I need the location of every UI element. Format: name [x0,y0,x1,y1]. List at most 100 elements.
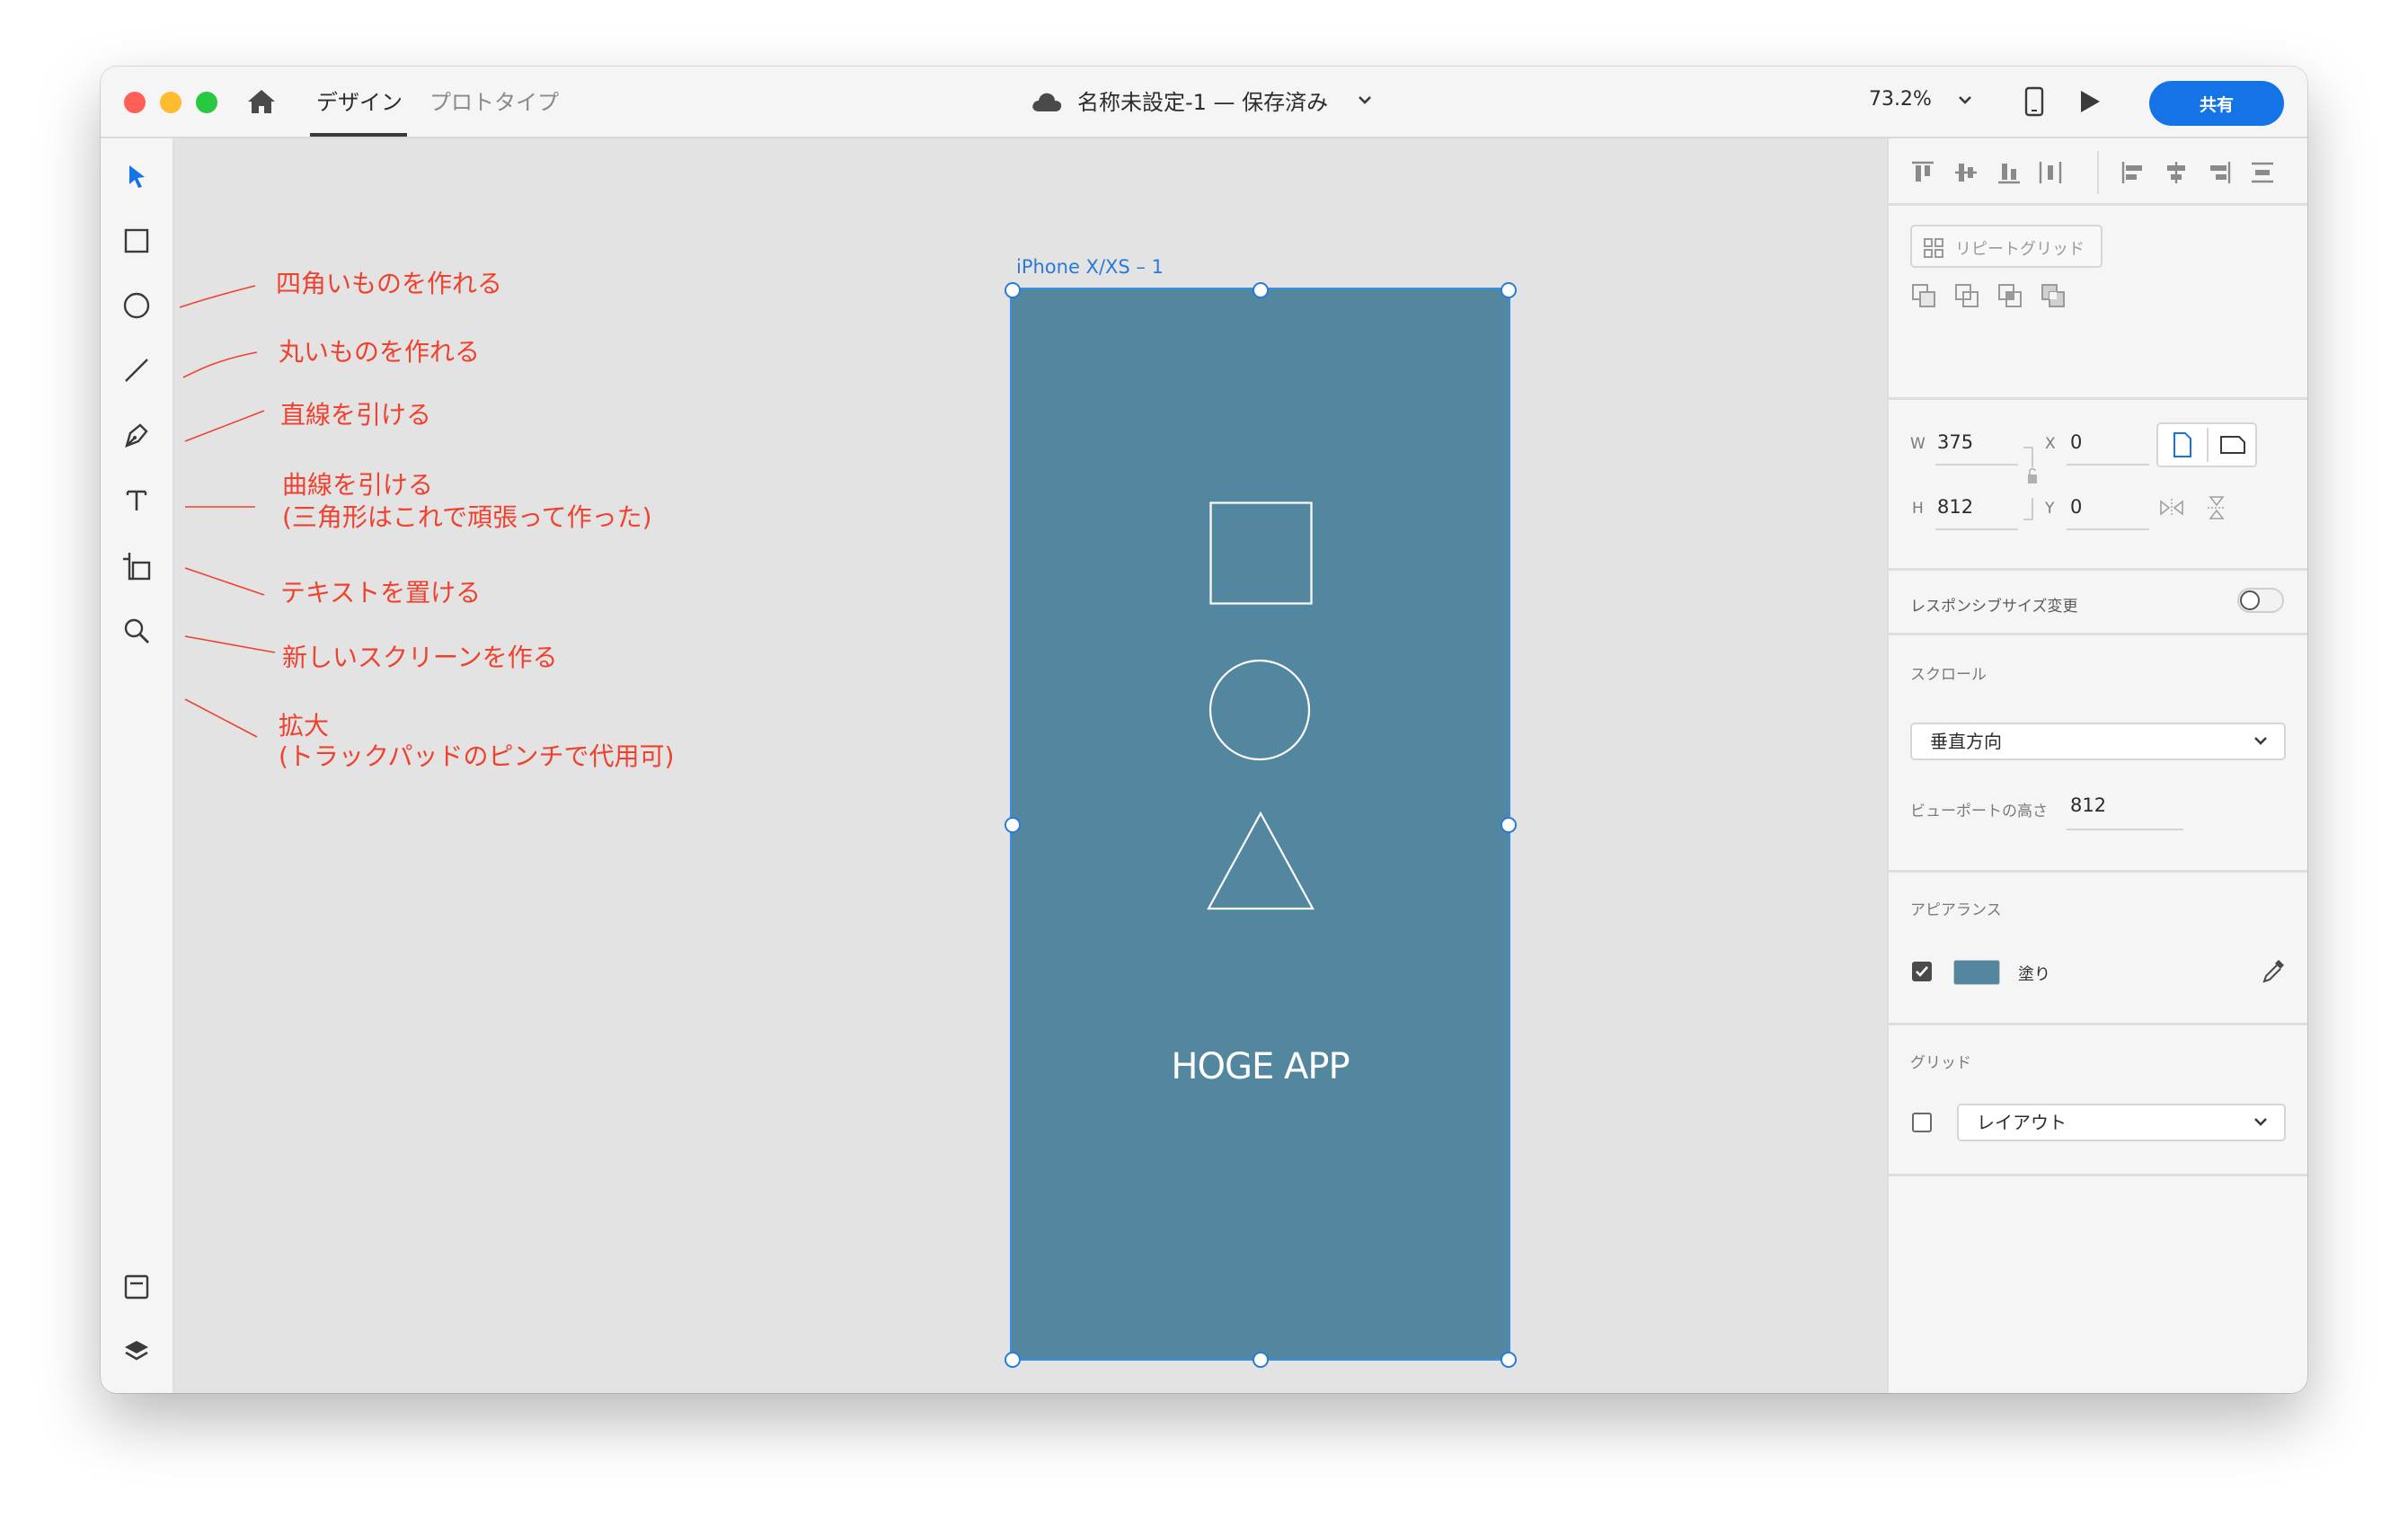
y-field[interactable]: 0 [2070,496,2082,518]
app-title-text[interactable]: HOGE APP [1012,1046,1509,1087]
align-middle-icon[interactable] [1952,158,1980,187]
resize-handle[interactable] [1005,817,1021,833]
scroll-direction-select[interactable]: 垂直方向 [1910,723,2286,760]
distribute-horizontal-icon[interactable] [2036,158,2065,187]
annotation-artboard: 新しいスクリーンを作る [282,643,558,672]
repeat-grid-label: リピートグリッド [1955,240,2085,259]
maximize-window-button[interactable] [196,92,217,113]
triangle-shape[interactable] [1206,811,1315,911]
scroll-direction-value: 垂直方向 [1930,731,2002,752]
device-preview-icon[interactable] [2023,86,2045,120]
section-divider [1889,397,2307,400]
section-divider [1889,870,2307,873]
layers-panel-icon[interactable] [119,1334,155,1370]
divider [2207,428,2209,462]
portrait-orientation-button[interactable] [2156,422,2257,467]
assets-panel-icon[interactable] [119,1269,155,1305]
annotation-ellipse: 丸いものを作れる [279,337,481,367]
section-divider [1889,1023,2307,1025]
align-right-icon[interactable] [2205,158,2234,187]
annotation-text: テキストを置ける [280,578,482,608]
zoom-level[interactable]: 73.2% [1869,88,1932,111]
section-divider [1889,568,2307,571]
resize-handle[interactable] [1501,282,1517,298]
text-tool-icon[interactable] [119,482,155,518]
resize-handle[interactable] [1253,1352,1269,1368]
ellipse-tool-icon[interactable] [119,288,155,324]
chevron-down-icon [2254,1118,2267,1126]
home-icon[interactable] [246,88,277,119]
resize-handle[interactable] [1501,817,1517,833]
share-button[interactable]: 共有 [2149,81,2284,126]
height-label: H [1912,500,1924,518]
landscape-page-icon[interactable] [2219,433,2246,457]
width-label: W [1910,435,1926,453]
distribute-vertical-icon[interactable] [2248,158,2277,187]
annotation-zoom: 拡大 [279,711,330,741]
field-underline [2067,464,2149,466]
resize-handle[interactable] [1253,282,1269,298]
grid-type-value: レイアウト [1977,1112,2067,1133]
flip-horizontal-icon[interactable] [2158,494,2185,521]
boolean-subtract-icon[interactable] [1953,282,1982,311]
artboard-label[interactable]: iPhone X/XS – 1 [1016,256,1164,278]
viewport-height-field[interactable]: 812 [2070,794,2106,816]
zoom-tool-icon[interactable] [119,613,155,649]
close-window-button[interactable] [124,92,146,113]
width-field[interactable]: 375 [1937,431,1973,453]
tab-prototype[interactable]: プロトタイプ [429,84,559,116]
section-divider [1889,1174,2307,1176]
document-title[interactable]: 名称未設定-1 — 保存済み [1077,84,1328,116]
property-inspector: リピートグリッド W 375 H 812 X 0 Y 0 レスポンシブサイズ変更 [1887,138,2307,1393]
cloud-icon [1030,90,1064,117]
boolean-intersect-icon[interactable] [1996,282,2025,311]
boolean-exclude-icon[interactable] [2040,282,2068,311]
design-canvas[interactable]: 四角いものを作れる 丸いものを作れる 直線を引ける 曲線を引ける (三角形はこれ… [174,138,1885,1393]
line-tool-icon[interactable] [119,352,155,388]
minimize-window-button[interactable] [160,92,181,113]
eyedropper-icon[interactable] [2261,956,2288,985]
flip-vertical-icon[interactable] [2203,494,2230,521]
lock-aspect-icon[interactable] [2020,440,2041,527]
x-field[interactable]: 0 [2070,431,2082,453]
boolean-add-icon[interactable] [1910,282,1939,311]
y-label: Y [2045,500,2055,518]
rectangle-tool-icon[interactable] [119,223,155,259]
annotation-rectangle: 四角いものを作れる [276,269,503,298]
checkmark-icon [1916,966,1928,977]
fill-checkbox[interactable] [1912,962,1932,981]
responsive-resize-toggle[interactable] [2237,588,2284,613]
chevron-down-icon[interactable] [1357,93,1373,111]
resize-handle[interactable] [1005,1352,1021,1368]
repeat-grid-icon [1924,238,1943,258]
annotation-zoom-note: (トラックパッドのピンチで代用可) [279,741,675,771]
align-center-icon[interactable] [2162,158,2191,187]
align-top-icon[interactable] [1908,158,1937,187]
align-left-icon[interactable] [2119,158,2147,187]
chevron-down-icon [2254,737,2267,745]
responsive-resize-label: レスポンシブサイズ変更 [1910,598,2078,616]
play-icon[interactable] [2077,88,2103,119]
artboard-tool-icon[interactable] [119,548,155,584]
circle-shape[interactable] [1208,658,1312,762]
chevron-down-icon[interactable] [1957,93,1973,111]
pen-tool-icon[interactable] [119,417,155,453]
tab-design[interactable]: デザイン [316,84,403,116]
grid-section-title: グリッド [1910,1054,1971,1072]
section-divider [1889,203,2307,206]
resize-handle[interactable] [1501,1352,1517,1368]
field-underline [1935,464,2018,466]
select-tool-icon[interactable] [119,158,155,194]
align-bottom-icon[interactable] [1995,158,2023,187]
active-tab-indicator [310,133,407,137]
repeat-grid-button[interactable]: リピートグリッド [1910,225,2103,268]
section-divider [1889,633,2307,635]
grid-type-select[interactable]: レイアウト [1957,1104,2286,1141]
annotation-pen-note: (三角形はこれで頑張って作った) [282,502,652,532]
grid-checkbox[interactable] [1912,1113,1932,1132]
square-shape[interactable] [1209,501,1314,606]
artboard[interactable]: HOGE APP [1010,288,1510,1361]
fill-color-swatch[interactable] [1953,960,2000,985]
height-field[interactable]: 812 [1937,496,1973,518]
resize-handle[interactable] [1005,282,1021,298]
